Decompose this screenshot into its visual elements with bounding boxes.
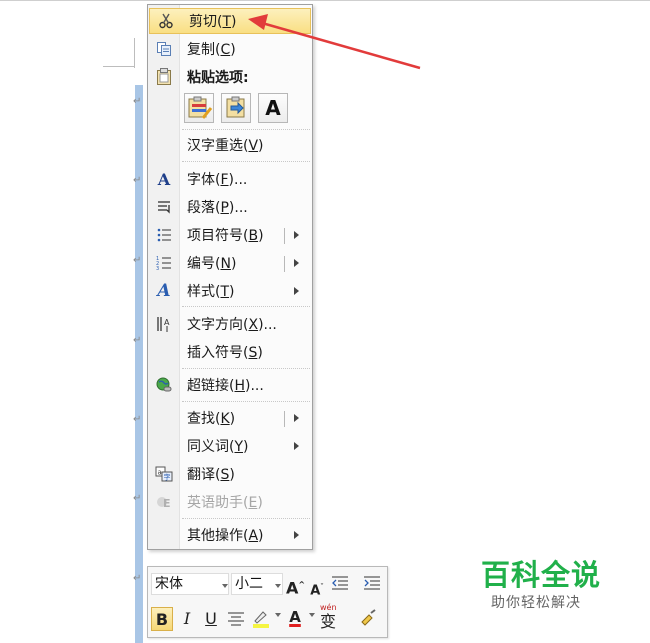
shrink-font-button[interactable]: Aˇ: [308, 577, 326, 601]
font-color-button[interactable]: A: [285, 607, 305, 627]
annotation-arrow: [248, 14, 421, 70]
font-size-combo[interactable]: 小二: [231, 573, 283, 595]
center-align-icon: [228, 612, 244, 626]
decrease-indent-icon: [332, 576, 348, 590]
highlighter-icon: [253, 611, 269, 628]
phonetic-guide-button[interactable]: wén 变: [318, 603, 342, 633]
increase-indent-button[interactable]: [362, 575, 382, 596]
grow-font-button[interactable]: A^: [286, 575, 305, 598]
format-painter-button[interactable]: [358, 609, 378, 632]
underline-button[interactable]: U: [203, 609, 219, 629]
font-name-combo[interactable]: 宋体: [151, 573, 229, 595]
chevron-down-icon: [275, 584, 281, 588]
increase-indent-icon: [364, 576, 380, 590]
watermark-title: 百科全说: [481, 558, 602, 592]
highlight-color-button[interactable]: [251, 609, 273, 634]
chevron-down-icon: [222, 584, 228, 588]
decrease-indent-button[interactable]: [330, 575, 350, 596]
highlight-dropdown[interactable]: [275, 613, 281, 619]
font-size-value: 小二: [235, 576, 263, 592]
font-color-dropdown[interactable]: [309, 613, 315, 619]
watermark-subtitle: 助你轻松解决: [491, 595, 581, 611]
font-name-value: 宋体: [155, 576, 183, 592]
bold-button[interactable]: B: [151, 607, 173, 631]
mini-formatting-toolbar: 宋体 小二 A^ Aˇ B I U A wén 变: [147, 566, 388, 638]
center-align-button[interactable]: [226, 611, 246, 631]
format-painter-icon: [361, 609, 376, 626]
italic-button[interactable]: I: [179, 609, 195, 629]
